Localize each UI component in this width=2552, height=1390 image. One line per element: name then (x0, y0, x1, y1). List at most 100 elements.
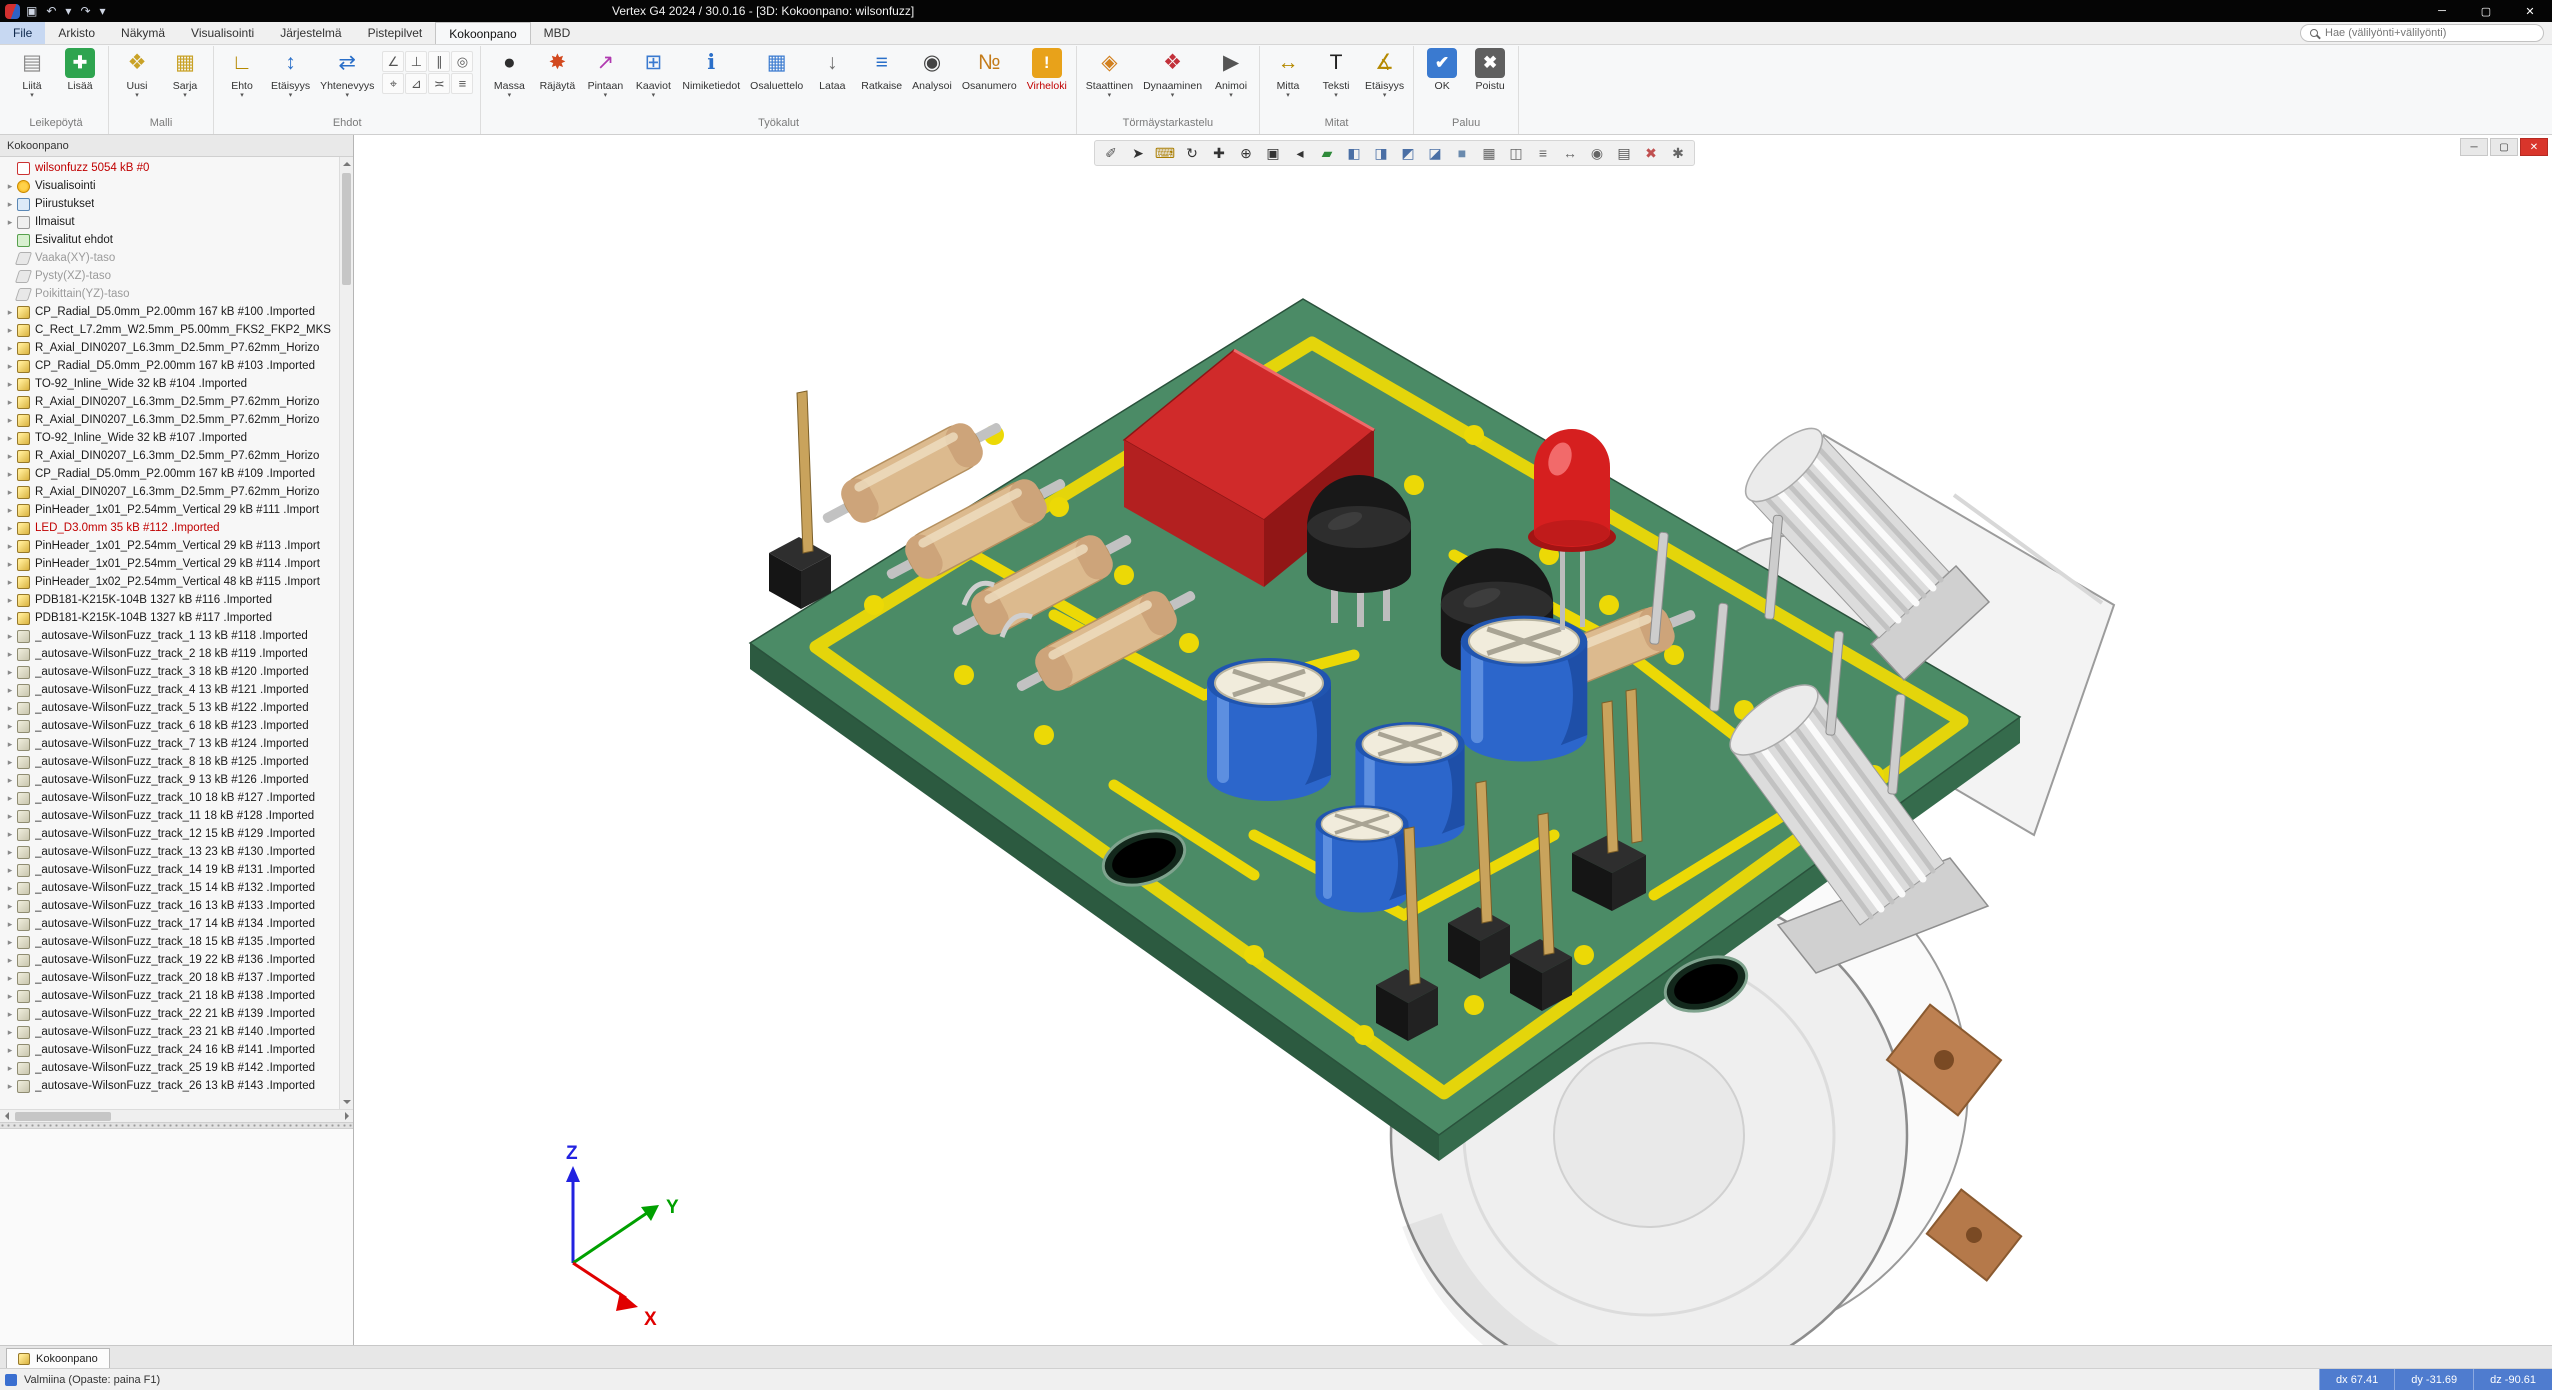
redo-dropdown-icon[interactable]: ▾ (97, 0, 109, 22)
expander-icon[interactable]: ▸ (4, 865, 16, 876)
ribbon-button-liitä[interactable]: ▤Liitä▾ (9, 46, 55, 100)
tree-item[interactable]: ▸CP_Radial_D5.0mm_P2.00mm 167 kB #103 .I… (0, 357, 339, 375)
expander-icon[interactable]: ▸ (4, 703, 16, 714)
expander-icon[interactable]: ▸ (4, 613, 16, 624)
tab-file[interactable]: File (0, 22, 45, 44)
expander-icon[interactable]: ▸ (4, 811, 16, 822)
close-button[interactable]: ✕ (2508, 0, 2552, 22)
expander-icon[interactable]: ▸ (4, 379, 16, 390)
tree-item[interactable]: Vaaka(XY)-taso (0, 249, 339, 267)
expander-icon[interactable]: ▸ (4, 775, 16, 786)
ribbon-button-etäisyys[interactable]: ↕Etäisyys▾ (267, 46, 314, 100)
tree-item[interactable]: ▸Visualisointi (0, 177, 339, 195)
expander-icon[interactable]: ▸ (4, 361, 16, 372)
select-icon[interactable]: ➤ (1125, 142, 1151, 164)
tree-item[interactable]: ▸_autosave-WilsonFuzz_track_24 16 kB #14… (0, 1041, 339, 1059)
electrolytic-capacitor[interactable] (1461, 616, 1587, 762)
document-tab-kokoonpano[interactable]: Kokoonpano (6, 1348, 110, 1368)
ribbon-button-kaaviot[interactable]: ⊞Kaaviot▾ (630, 46, 676, 100)
tree-item[interactable]: ▸PinHeader_1x01_P2.54mm_Vertical 29 kB #… (0, 555, 339, 573)
tree-item[interactable]: ▸TO-92_Inline_Wide 32 kB #104 .Imported (0, 375, 339, 393)
tree-item[interactable]: ▸_autosave-WilsonFuzz_track_5 13 kB #122… (0, 699, 339, 717)
expander-icon[interactable]: ▸ (4, 217, 16, 228)
ribbon-button-lisää[interactable]: ✚Lisää (57, 46, 103, 92)
ribbon-button-teksti[interactable]: TTeksti▾ (1313, 46, 1359, 100)
tree-item[interactable]: ▸R_Axial_DIN0207_L6.3mm_D2.5mm_P7.62mm_H… (0, 393, 339, 411)
tree-item[interactable]: ▸R_Axial_DIN0207_L6.3mm_D2.5mm_P7.62mm_H… (0, 483, 339, 501)
tree-item[interactable]: ▸_autosave-WilsonFuzz_track_16 13 kB #13… (0, 897, 339, 915)
tree-item[interactable]: ▸_autosave-WilsonFuzz_track_15 14 kB #13… (0, 879, 339, 897)
view-front-icon[interactable]: ◨ (1368, 142, 1394, 164)
tree-item[interactable]: ▸_autosave-WilsonFuzz_track_2 18 kB #119… (0, 645, 339, 663)
tab-visualisointi[interactable]: Visualisointi (178, 22, 267, 44)
doc-minimize-button[interactable]: ─ (2460, 138, 2488, 156)
ribbon-button-räjäytä[interactable]: ✸Räjäytä (534, 46, 580, 92)
tree-item[interactable]: ▸_autosave-WilsonFuzz_track_19 22 kB #13… (0, 951, 339, 969)
vertex-logo-icon[interactable] (5, 4, 20, 19)
redo-icon[interactable]: ↷ (77, 0, 93, 22)
doc-restore-button[interactable]: ▢ (2490, 138, 2518, 156)
expander-icon[interactable]: ▸ (4, 919, 16, 930)
expander-icon[interactable]: ▸ (4, 847, 16, 858)
expander-icon[interactable]: ▸ (4, 307, 16, 318)
expander-icon[interactable]: ▸ (4, 757, 16, 768)
tree-item[interactable]: ▸LED_D3.0mm 35 kB #112 .Imported (0, 519, 339, 537)
tab-mbd[interactable]: MBD (531, 22, 584, 44)
tree-item[interactable]: ▸_autosave-WilsonFuzz_track_4 13 kB #121… (0, 681, 339, 699)
tab-näkymä[interactable]: Näkymä (108, 22, 178, 44)
3d-scene[interactable]: Z Y X (354, 135, 2552, 1345)
ribbon-button-yhtenevyys[interactable]: ⇄Yhtenevyys▾ (316, 46, 378, 100)
section-view-icon[interactable]: ◫ (1503, 142, 1529, 164)
previous-view-icon[interactable]: ◂ (1287, 142, 1313, 164)
electrolytic-capacitor[interactable] (1207, 658, 1331, 801)
expander-icon[interactable]: ▸ (4, 883, 16, 894)
keyboard-prompt-icon[interactable]: ⌨ (1152, 142, 1178, 164)
tree-item[interactable]: ▸_autosave-WilsonFuzz_track_23 21 kB #14… (0, 1023, 339, 1041)
undo-dropdown-icon[interactable]: ▾ (62, 0, 74, 22)
coincident-constraint-icon[interactable]: ⌖ (382, 73, 404, 94)
panel-splitter[interactable] (0, 1122, 353, 1129)
expander-icon[interactable]: ▸ (4, 325, 16, 336)
tree-item[interactable]: ▸R_Axial_DIN0207_L6.3mm_D2.5mm_P7.62mm_H… (0, 411, 339, 429)
tab-pistepilvet[interactable]: Pistepilvet (355, 22, 436, 44)
wireframe-mode-icon[interactable]: ▦ (1476, 142, 1502, 164)
expander-icon[interactable]: ▸ (4, 793, 16, 804)
expander-icon[interactable]: ▸ (4, 523, 16, 534)
tree-item[interactable]: Esivalitut ehdot (0, 231, 339, 249)
view-right-icon[interactable]: ◩ (1395, 142, 1421, 164)
layers-icon[interactable]: ≡ (1530, 142, 1556, 164)
expander-icon[interactable]: ▸ (4, 181, 16, 192)
ribbon-button-staattinen[interactable]: ◈Staattinen▾ (1082, 46, 1137, 100)
expander-icon[interactable]: ▸ (4, 955, 16, 966)
electrolytic-capacitor[interactable] (1316, 805, 1409, 912)
ribbon-button-lataa[interactable]: ↓Lataa (809, 46, 855, 92)
expander-icon[interactable]: ▸ (4, 667, 16, 678)
undo-icon[interactable]: ↶ (43, 0, 59, 22)
tab-järjestelmä[interactable]: Järjestelmä (267, 22, 354, 44)
tree-item[interactable]: ▸_autosave-WilsonFuzz_track_8 18 kB #125… (0, 753, 339, 771)
view-top-icon[interactable]: ◧ (1341, 142, 1367, 164)
hscrollbar-thumb[interactable] (15, 1112, 111, 1121)
symmetry-constraint-icon[interactable]: ≍ (428, 73, 450, 94)
ribbon-button-uusi[interactable]: ❖Uusi▾ (114, 46, 160, 100)
tab-kokoonpano[interactable]: Kokoonpano (435, 22, 530, 44)
doc-close-button[interactable]: ✕ (2520, 138, 2548, 156)
tangent-constraint-icon[interactable]: ⊿ (405, 73, 427, 94)
tree-item[interactable]: ▸_autosave-WilsonFuzz_track_26 13 kB #14… (0, 1077, 339, 1095)
maximize-button[interactable]: ▢ (2464, 0, 2508, 22)
expander-icon[interactable]: ▸ (4, 973, 16, 984)
expander-icon[interactable]: ▸ (4, 991, 16, 1002)
tree-item[interactable]: ▸PinHeader_1x01_P2.54mm_Vertical 29 kB #… (0, 501, 339, 519)
view-iso-icon[interactable]: ◪ (1422, 142, 1448, 164)
ribbon-button-osanumero[interactable]: №Osanumero (958, 46, 1021, 92)
scroll-right-icon[interactable] (340, 1110, 353, 1122)
zoom-icon[interactable]: ⊕ (1233, 142, 1259, 164)
tree-item[interactable]: ▸_autosave-WilsonFuzz_track_9 13 kB #126… (0, 771, 339, 789)
pan-icon[interactable]: ✚ (1206, 142, 1232, 164)
tree-item[interactable]: ▸CP_Radial_D5.0mm_P2.00mm 167 kB #100 .I… (0, 303, 339, 321)
tree-item[interactable]: ▸CP_Radial_D5.0mm_P2.00mm 167 kB #109 .I… (0, 465, 339, 483)
scroll-left-icon[interactable] (0, 1110, 13, 1122)
tree-item[interactable]: ▸_autosave-WilsonFuzz_track_17 14 kB #13… (0, 915, 339, 933)
tree-item[interactable]: Pysty(XZ)-taso (0, 267, 339, 285)
tree-item[interactable]: ▸R_Axial_DIN0207_L6.3mm_D2.5mm_P7.62mm_H… (0, 447, 339, 465)
